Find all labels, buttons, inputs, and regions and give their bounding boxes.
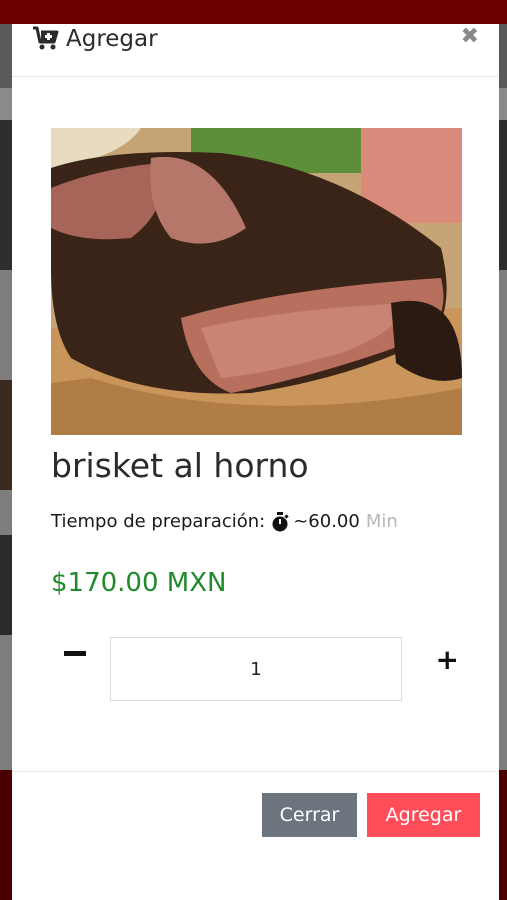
modal-header: Agregar ✖ [12,24,499,77]
plus-icon[interactable]: + [436,643,459,676]
brisket-photo [51,128,462,435]
background-card-edge [0,535,12,635]
modal-title-text: Agregar [66,26,158,52]
prep-time-value: ~60.00 [293,511,360,532]
quantity-stepper: + [51,637,461,701]
close-button[interactable]: Cerrar [262,793,357,837]
stopwatch-icon [272,511,289,531]
quantity-input[interactable] [110,637,402,701]
prep-time-label: Tiempo de preparación: [51,511,266,532]
modal-title: Agregar [32,26,158,52]
modal-footer: Cerrar Agregar [12,771,499,900]
close-icon[interactable]: ✖ [461,24,479,49]
prep-time: Tiempo de preparación: ~60.00 Min [51,511,398,532]
background-header [0,0,507,24]
product-name: brisket al horno [51,446,309,485]
add-button[interactable]: Agregar [367,793,480,837]
prep-time-unit: Min [365,511,398,532]
cart-plus-icon [33,26,59,50]
product-price: $170.00 MXN [51,568,227,598]
product-image [51,128,462,435]
add-to-cart-modal: Agregar ✖ brisket al horno Tiempo de pre… [12,24,499,900]
minus-icon[interactable] [64,651,86,656]
background-card-edge [0,380,12,490]
